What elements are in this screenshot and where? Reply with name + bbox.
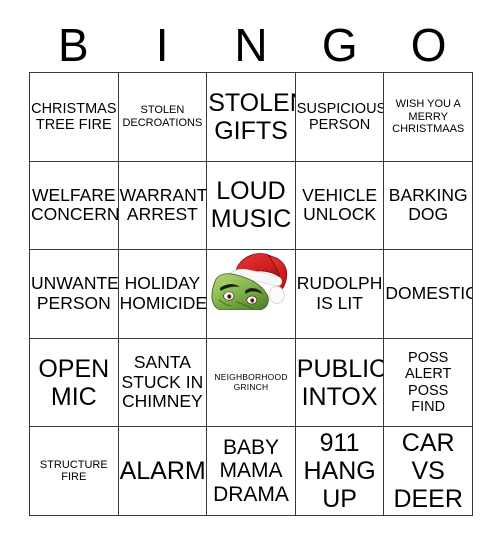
bingo-cell-label: POSS ALERT POSS FIND [404, 350, 452, 415]
bingo-header: B I N G O [29, 18, 473, 72]
santa-hat-pompom [269, 286, 285, 305]
bingo-cell[interactable]: CAR VS DEER [384, 427, 473, 516]
bingo-cell-label: BARKING DOG [388, 184, 468, 225]
bingo-cell[interactable]: PUBLIC INTOX [295, 338, 385, 428]
bingo-cell-label: RUDOLPH IS LIT [296, 273, 383, 313]
bingo-cell[interactable]: VEHICLE UNLOCK [295, 161, 385, 251]
bingo-free-space-label: NEIGHBORHOOD GRINCH [214, 372, 288, 392]
header-letter-n: N [234, 19, 268, 71]
bingo-cell[interactable]: BARKING DOG [384, 161, 473, 251]
bingo-cell[interactable]: UNWANTED PERSON [30, 250, 119, 339]
bingo-cell-label: OPEN MIC [38, 354, 110, 411]
bingo-free-space-cell-top[interactable] [207, 250, 296, 339]
bingo-cell[interactable]: STOLEN DECROATIONS [118, 73, 208, 162]
bingo-cell[interactable]: SUSPICIOUS PERSON [295, 73, 385, 162]
bingo-cell[interactable]: CHRISTMAS TREE FIRE [30, 73, 119, 162]
bingo-cell[interactable]: BABY MAMA DRAMA [207, 427, 296, 516]
bingo-cell-label: HOLIDAY HOMICIDE [119, 273, 208, 313]
bingo-cell-label: CAR VS DEER [393, 429, 463, 514]
bingo-cell-label: WARRANT ARREST [119, 184, 208, 225]
bingo-cell[interactable]: STRUCTURE FIRE [30, 427, 119, 516]
grinch-image [207, 250, 295, 311]
bingo-cell-label: DOMESTIC [385, 283, 473, 304]
bingo-cell-label: WISH YOU A MERRY CHRISTMAAS [392, 98, 465, 135]
bingo-cell[interactable]: HOLIDAY HOMICIDE [118, 250, 208, 339]
bingo-cell[interactable]: RUDOLPH IS LIT [295, 250, 385, 339]
bingo-cell-label: VEHICLE UNLOCK [302, 184, 378, 225]
bingo-cell-label: WELFARE CONCERN [31, 184, 119, 225]
grinch-right-pupil [251, 299, 254, 302]
bingo-cell-label: STOLEN GIFTS [208, 88, 295, 145]
bingo-cell[interactable]: STOLEN GIFTS [207, 73, 296, 162]
grinch-santa-hat-icon [207, 250, 295, 311]
bingo-free-space-cell-bottom[interactable]: NEIGHBORHOOD GRINCH [207, 338, 296, 428]
bingo-cell-label: UNWANTED PERSON [31, 273, 119, 313]
bingo-cell[interactable]: WARRANT ARREST [118, 161, 208, 251]
bingo-card: B I N G O CHRISTMAS TREE FIRE STOLEN DEC… [0, 0, 500, 544]
bingo-cell-label: CHRISTMAS TREE FIRE [31, 100, 117, 133]
header-letter-i: I [155, 19, 169, 71]
bingo-cell[interactable]: ALARM [118, 427, 208, 516]
bingo-cell-label: LOUD MUSIC [210, 177, 292, 234]
bingo-cell[interactable]: SANTA STUCK IN CHIMNEY [118, 338, 208, 428]
grinch-left-pupil [228, 295, 231, 298]
bingo-grid: CHRISTMAS TREE FIRE STOLEN DECROATIONS S… [29, 72, 473, 516]
bingo-cell[interactable]: WISH YOU A MERRY CHRISTMAAS [384, 73, 473, 162]
header-letter-o: O [410, 19, 447, 71]
header-letter-b: B [58, 19, 89, 71]
bingo-cell-label: STOLEN DECROATIONS [122, 104, 203, 129]
bingo-cell-label: ALARM [119, 457, 206, 486]
bingo-cell[interactable]: DOMESTIC [384, 250, 473, 339]
header-letter-g: G [321, 19, 358, 71]
bingo-cell-label: 911 HANG UP [303, 429, 376, 514]
bingo-cell-label: STRUCTURE FIRE [39, 458, 108, 484]
bingo-cell-label: SUSPICIOUS PERSON [296, 100, 385, 133]
bingo-cell[interactable]: WELFARE CONCERN [30, 161, 119, 251]
bingo-cell[interactable]: LOUD MUSIC [207, 161, 296, 251]
bingo-free-space-label-hidden [207, 310, 295, 312]
bingo-cell[interactable]: OPEN MIC [30, 338, 119, 428]
bingo-cell[interactable]: POSS ALERT POSS FIND [384, 338, 473, 428]
bingo-cell[interactable]: 911 HANG UP [295, 427, 385, 516]
bingo-cell-label: SANTA STUCK IN CHIMNEY [121, 352, 204, 412]
bingo-cell-label: PUBLIC INTOX [296, 354, 385, 411]
bingo-cell-label: BABY MAMA DRAMA [213, 435, 289, 506]
